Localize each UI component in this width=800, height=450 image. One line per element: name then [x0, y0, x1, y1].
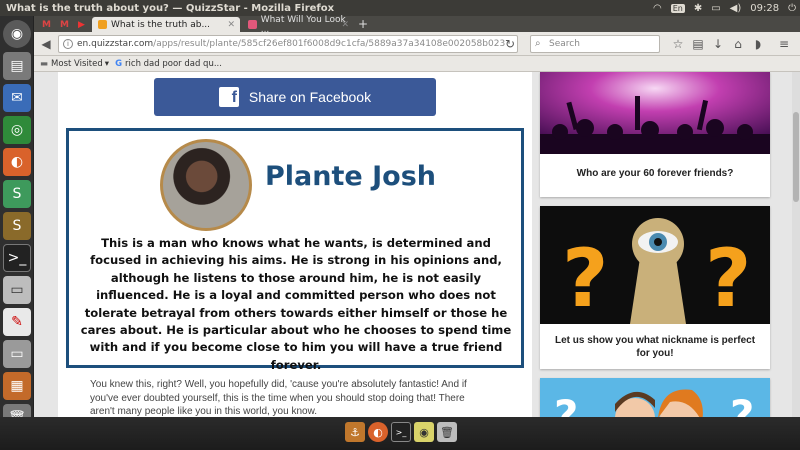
system-tray: ◠ En ✱ ▭ ◀) 09:28 ⏻: [653, 0, 796, 16]
followup-paragraph: You knew this, right? Well, you hopefull…: [90, 379, 467, 417]
youtube-icon: ▶: [78, 19, 85, 30]
svg-text:?: ?: [705, 232, 751, 324]
close-tab-icon[interactable]: ✕: [341, 20, 349, 30]
text-editor-icon[interactable]: ✎: [3, 308, 31, 336]
youtube-pinned-tab[interactable]: ▶: [72, 17, 90, 32]
anchor-app-icon[interactable]: ⚓: [345, 422, 365, 442]
menu-icon[interactable]: ≡: [776, 36, 792, 52]
dash-icon[interactable]: ◉: [3, 20, 31, 48]
site-info-icon[interactable]: i: [63, 39, 73, 49]
slack-icon[interactable]: S: [3, 180, 31, 208]
card-caption: Let us show you what nickname is perfect…: [554, 335, 756, 359]
main-column: f Share on Facebook Plante Josh This is …: [58, 72, 532, 417]
clock[interactable]: 09:28: [750, 3, 779, 14]
search-icon: ⌕: [535, 38, 541, 49]
search-placeholder: Search: [549, 39, 580, 49]
bluetooth-icon[interactable]: ✱: [694, 3, 702, 14]
volume-icon[interactable]: ◀): [730, 3, 742, 14]
reading-list-icon[interactable]: ▤: [690, 36, 706, 52]
downloads-icon[interactable]: ↓: [710, 36, 726, 52]
tab-strip: M M ▶ What is the truth ab... ✕ What Wil…: [34, 15, 800, 35]
keyhole-eye-image: ? ?: [540, 206, 770, 324]
scrollbar-thumb[interactable]: [793, 112, 799, 202]
quizzstar-favicon: [98, 20, 107, 29]
settings-app-icon[interactable]: ◉: [414, 422, 434, 442]
url-bar[interactable]: i en.quizzstar.com/apps/result/plante/58…: [58, 35, 518, 53]
search-bar[interactable]: ⌕ Search: [530, 35, 660, 53]
tab-label: What is the truth ab...: [111, 19, 211, 30]
gmail-pinned-tab[interactable]: M: [36, 17, 54, 32]
battery-icon[interactable]: ▭: [711, 3, 720, 14]
couple-image: ? ?: [540, 378, 770, 417]
sidebar-card-forever-friends[interactable]: Who are your 60 forever friends?: [540, 72, 770, 197]
avatar: [160, 139, 252, 231]
most-visited-bookmark[interactable]: ▬ Most Visited ▾: [40, 59, 109, 69]
gmail-icon: M: [60, 19, 69, 30]
power-icon[interactable]: ⏻: [788, 3, 796, 14]
pocket-icon[interactable]: ◗: [750, 36, 766, 52]
result-description: This is a man who knows what he wants, i…: [80, 236, 512, 372]
google-icon: G: [115, 58, 123, 69]
navigation-bar: ◀ i en.quizzstar.com/apps/result/plante/…: [34, 32, 800, 56]
terminal-icon[interactable]: >_: [391, 422, 411, 442]
sidebar-card-nickname[interactable]: ? ? Let us show you what nickname is per…: [540, 206, 770, 369]
network-icon[interactable]: ◠: [653, 3, 662, 14]
thunderbird-icon[interactable]: ✉: [3, 84, 31, 112]
url-path: /apps/result/plante/585cf26ef801f6008d9c…: [153, 39, 506, 49]
url-domain: en.quizzstar.com: [77, 39, 154, 49]
disk-icon[interactable]: ▭: [3, 340, 31, 368]
tab-quizzstar-result[interactable]: What is the truth ab... ✕: [92, 17, 240, 32]
back-button[interactable]: ◀: [38, 36, 54, 52]
terminal-icon[interactable]: >_: [3, 244, 31, 272]
window-title: What is the truth about you? — QuizzStar…: [6, 2, 335, 14]
share-button-label: Share on Facebook: [248, 89, 372, 105]
firefox-icon[interactable]: ◐: [3, 148, 31, 176]
bottom-dock: ⚓ ◐ >_ ◉ 🗑: [0, 417, 800, 450]
reload-button[interactable]: ↻: [502, 36, 518, 52]
share-on-facebook-button[interactable]: f Share on Facebook: [154, 78, 436, 116]
rich-dad-label: rich dad poor dad qu...: [125, 58, 222, 69]
sidebar-card-couple[interactable]: ? ?: [540, 378, 770, 417]
page-scrollbar[interactable]: [792, 72, 800, 417]
page-viewport: f Share on Facebook Plante Josh This is …: [34, 72, 792, 417]
heart-favicon: [248, 20, 257, 29]
svg-text:?: ?: [554, 391, 578, 417]
new-tab-button[interactable]: +: [358, 17, 368, 31]
svg-text:?: ?: [562, 232, 608, 324]
rich-dad-bookmark[interactable]: G rich dad poor dad qu...: [115, 59, 222, 69]
tab-what-will-you-look[interactable]: What Will You Look ... ✕: [242, 15, 354, 35]
ubuntu-launcher: ◉ ▤ ✉ ◎ ◐ S S >_ ▭ ✎ ▭ ▦ 🗑: [0, 16, 34, 434]
trash-icon[interactable]: 🗑: [437, 422, 457, 442]
close-tab-icon[interactable]: ✕: [227, 20, 235, 30]
most-visited-label: Most Visited: [51, 58, 103, 69]
firefox-icon[interactable]: ◐: [368, 422, 388, 442]
keyboard-layout-indicator[interactable]: En: [670, 3, 685, 13]
chevron-down-icon: ▾: [104, 58, 110, 69]
sidebar: Who are your 60 forever friends? ? ? Let…: [540, 72, 770, 417]
bookmark-star-icon[interactable]: ☆: [670, 36, 686, 52]
result-card: Plante Josh This is a man who knows what…: [66, 128, 524, 372]
workspace-icon[interactable]: ▦: [3, 372, 31, 400]
bookmarks-toolbar: ▬ Most Visited ▾ G rich dad poor dad qu.…: [34, 56, 800, 72]
svg-text:?: ?: [730, 391, 754, 417]
files-icon[interactable]: ▤: [3, 52, 31, 80]
home-icon[interactable]: ⌂: [730, 36, 746, 52]
concert-image: [540, 72, 770, 154]
gmail-pinned-tab-2[interactable]: M: [54, 17, 72, 32]
card-caption: Who are your 60 forever friends?: [576, 168, 734, 179]
gmail-icon: M: [42, 19, 51, 30]
result-name: Plante Josh: [265, 161, 436, 192]
drive-icon[interactable]: ▭: [3, 276, 31, 304]
chrome-icon[interactable]: ◎: [3, 116, 31, 144]
sublime-text-icon[interactable]: S: [3, 212, 31, 240]
ubuntu-top-panel: What is the truth about you? — QuizzStar…: [0, 0, 800, 16]
facebook-icon: f: [218, 87, 239, 107]
folder-icon: ▬: [40, 58, 49, 69]
